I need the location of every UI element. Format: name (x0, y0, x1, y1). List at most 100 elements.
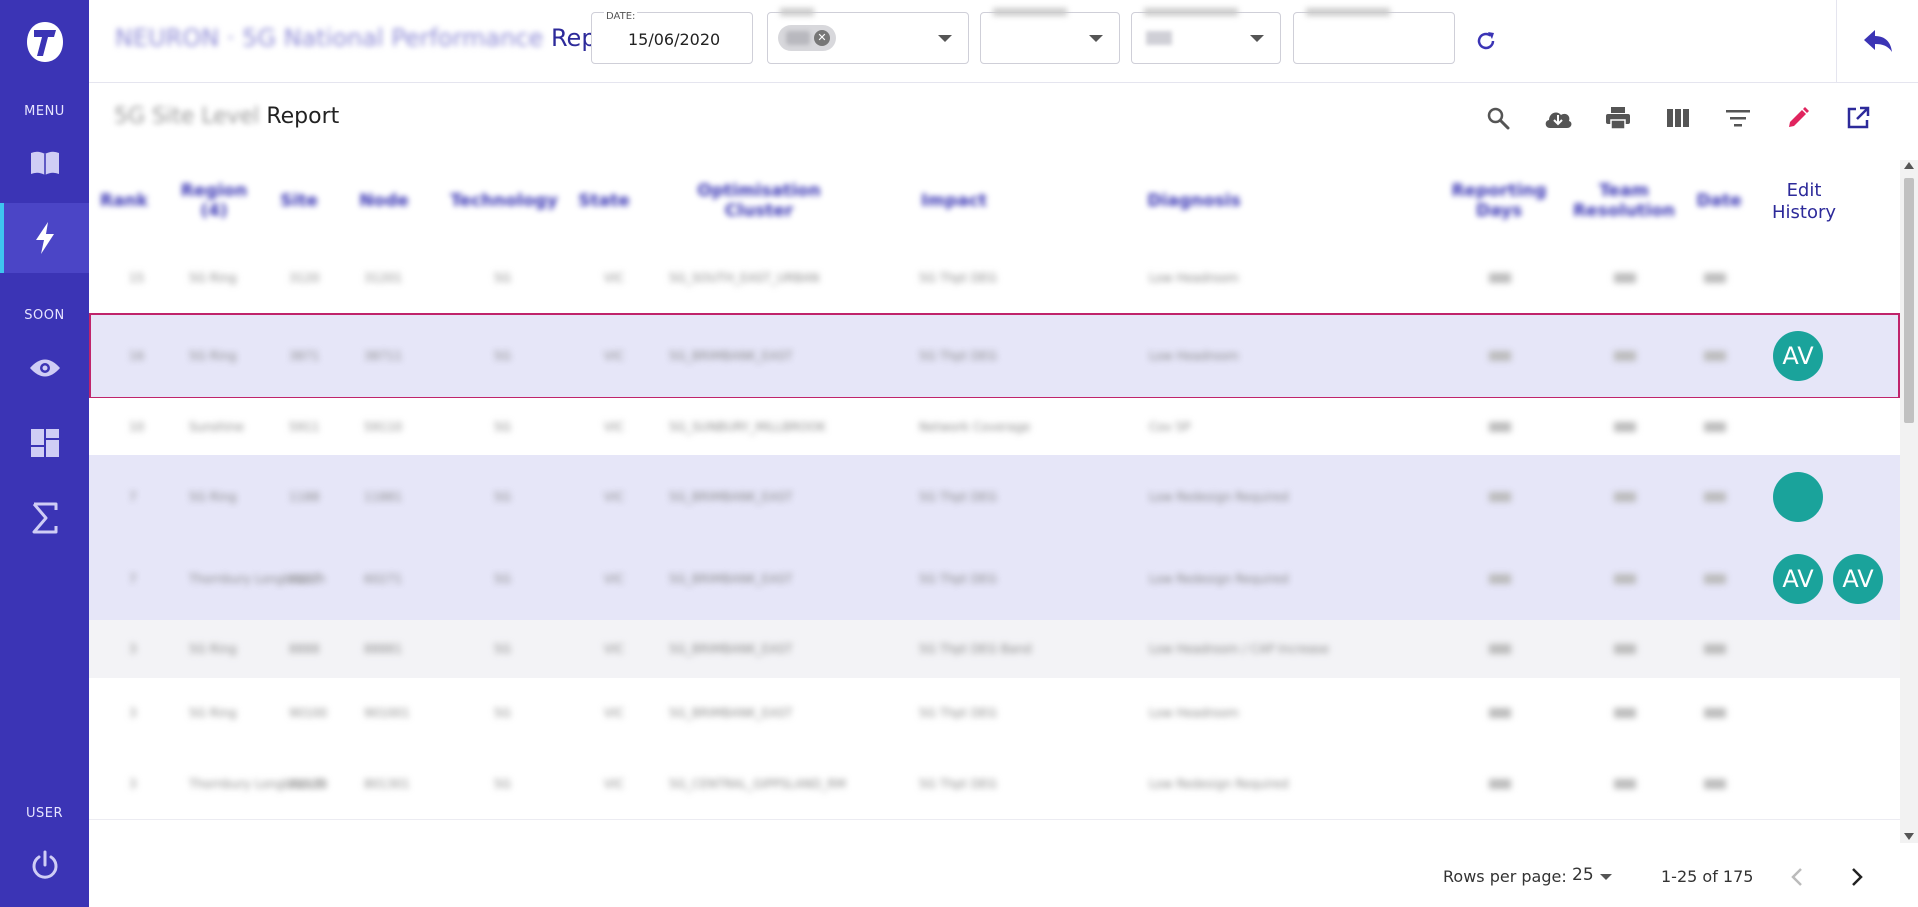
cell-diagnosis: Low Redesign Required (1149, 572, 1289, 586)
column-header-team-resolution[interactable]: Team Resolution (1573, 160, 1675, 242)
cell-rank: 7 (129, 489, 137, 504)
bolt-icon (35, 222, 54, 254)
cell-region: 5G Ring (189, 489, 237, 504)
chevron-down-icon[interactable] (1089, 35, 1103, 42)
rows-per-page-select[interactable]: 25 (1572, 865, 1594, 885)
chevron-down-icon[interactable] (1600, 874, 1612, 880)
cell-impact: 5G Thpt DEG (919, 706, 997, 720)
scroll-up-arrow-icon[interactable] (1904, 162, 1914, 169)
avatar[interactable]: AV (1833, 554, 1883, 604)
cell-reporting-days (1489, 708, 1511, 718)
chevron-down-icon[interactable] (938, 35, 952, 42)
avatar[interactable] (1773, 471, 1823, 522)
column-header-region[interactable]: Region (4) (181, 160, 247, 242)
download-button[interactable] (1540, 100, 1576, 136)
column-header-edit-history[interactable]: Edit History (1749, 180, 1859, 224)
dashboard-icon (30, 429, 59, 457)
sidebar-item-dashboard[interactable] (0, 408, 89, 478)
table-row[interactable]: 3 5G Ring 90100 901001 5G VIC 5G_BRIMBANK_EAST… (89, 678, 1900, 749)
date-value[interactable]: 15/06/2020 (628, 30, 720, 49)
table-row[interactable]: 10 Sunshine 5911 59110 5G VIC 5G_SUNBURY_MILLB… (89, 398, 1900, 456)
pagination-range: 1-25 of 175 (1661, 867, 1754, 886)
cell-region: 5G Ring (189, 642, 237, 656)
cell-region: 5G Ring (189, 706, 237, 720)
sidebar-item-logout[interactable] (0, 830, 89, 900)
back-button[interactable] (1836, 0, 1918, 82)
telstra-logo[interactable] (0, 12, 89, 72)
cell-rank: 15 (129, 270, 145, 285)
edit-history-line1: Edit (1786, 180, 1822, 201)
cell-state: VIC (604, 642, 625, 656)
refresh-icon (1477, 32, 1495, 50)
sidebar-item-reports[interactable] (0, 128, 89, 198)
cell-impact: 5G Thpt DEG (919, 776, 997, 791)
sidebar-item-aggregate[interactable] (0, 483, 89, 553)
search-icon (1487, 107, 1510, 130)
table-row[interactable]: 3 5G Ring 8888 88881 5G VIC 5G_BRIMBANK_EAST 5G… (89, 620, 1900, 679)
scroll-down-arrow-icon[interactable] (1904, 833, 1914, 840)
cell-node: 38711 (364, 348, 403, 363)
filter-input-4[interactable] (1293, 8, 1455, 64)
selected-chip[interactable]: ✕ (778, 25, 836, 51)
column-header-date[interactable]: Date (1696, 160, 1741, 242)
vertical-scrollbar[interactable] (1900, 160, 1918, 843)
table-row[interactable]: 7 Thornbury Longbranch 6027 60271 5G VIC 5G_BR… (89, 538, 1900, 621)
filter-button[interactable] (1720, 100, 1756, 136)
column-header-technology[interactable]: Technology (450, 160, 558, 242)
table-row[interactable]: 7 5G Ring 1188 11881 5G VIC 5G_BRIMBANK_EAST 5G… (89, 455, 1900, 539)
column-header-optimisation-cluster[interactable]: Optimisation Cluster (669, 160, 849, 242)
cell-date (1704, 272, 1726, 283)
sigma-icon (32, 502, 57, 534)
pencil-icon (1789, 107, 1809, 127)
table-row[interactable]: 16 5G Ring 3871 38711 5G VIC 5G_BRIMBANK_EAST 5… (89, 313, 1900, 399)
sidebar: MENU SOON USER (0, 0, 89, 907)
date-field[interactable]: DATE: 15/06/2020 (591, 11, 753, 64)
print-button[interactable] (1600, 100, 1636, 136)
edit-button[interactable] (1780, 100, 1816, 136)
column-header-state[interactable]: State (578, 160, 630, 242)
filter-select-2[interactable] (980, 8, 1120, 64)
cell-date (1704, 350, 1726, 361)
cell-rank: 16 (129, 348, 145, 363)
cell-node: 31201 (364, 270, 403, 285)
search-button[interactable] (1480, 100, 1516, 136)
filter-select-3[interactable] (1131, 8, 1281, 64)
filter-list-icon (1726, 110, 1750, 127)
column-header-diagnosis[interactable]: Diagnosis (1147, 160, 1240, 242)
column-header-reporting-days[interactable]: Reporting Days (1451, 160, 1546, 242)
cell-team-resolution (1614, 421, 1636, 432)
avatar[interactable]: AV (1773, 330, 1823, 381)
filter-select-1[interactable]: ✕ (767, 8, 969, 64)
table-row[interactable]: 15 5G Ring 3120 31201 5G VIC 5G_SOUTH_EAST_URB… (89, 242, 1900, 314)
columns-button[interactable] (1660, 100, 1696, 136)
cell-tech: 5G (494, 706, 511, 720)
column-header-site[interactable]: Site (279, 160, 319, 242)
cell-team-resolution (1614, 491, 1636, 502)
sidebar-item-performance[interactable] (0, 203, 89, 273)
table-row[interactable]: 3 Thornbury Longbranch 80130 801301 5G VIC 5G_… (89, 748, 1900, 820)
cell-impact: Network Coverage (919, 419, 1031, 434)
refresh-button[interactable] (1469, 24, 1503, 58)
previous-page-button[interactable] (1779, 859, 1815, 895)
avatar[interactable]: AV (1773, 554, 1823, 604)
cell-rank: 10 (129, 419, 145, 434)
cell-state: VIC (604, 489, 625, 504)
sidebar-item-monitor[interactable] (0, 333, 89, 403)
cell-region: 5G Ring (189, 270, 237, 285)
chevron-down-icon[interactable] (1250, 35, 1264, 42)
scroll-thumb[interactable] (1904, 178, 1914, 423)
column-header-impact[interactable]: Impact (919, 160, 989, 242)
column-header-rank[interactable]: Rank (99, 160, 149, 242)
open-external-button[interactable] (1840, 100, 1876, 136)
next-page-button[interactable] (1839, 859, 1875, 895)
cell-cluster: 5G_BRIMBANK_EAST (669, 706, 793, 720)
cell-node: 11881 (364, 489, 403, 504)
cell-diagnosis: Low Headroom / CAP Increase (1149, 642, 1329, 656)
print-icon (1606, 107, 1630, 130)
report-title: NEURON · 5G National Performance Report (115, 24, 631, 52)
column-header-node[interactable]: Node (359, 160, 409, 242)
cell-tech: 5G (494, 489, 511, 504)
chip-remove-icon[interactable]: ✕ (814, 30, 830, 46)
cell-date (1704, 421, 1726, 432)
cell-diagnosis: Low Headroom (1149, 706, 1239, 720)
